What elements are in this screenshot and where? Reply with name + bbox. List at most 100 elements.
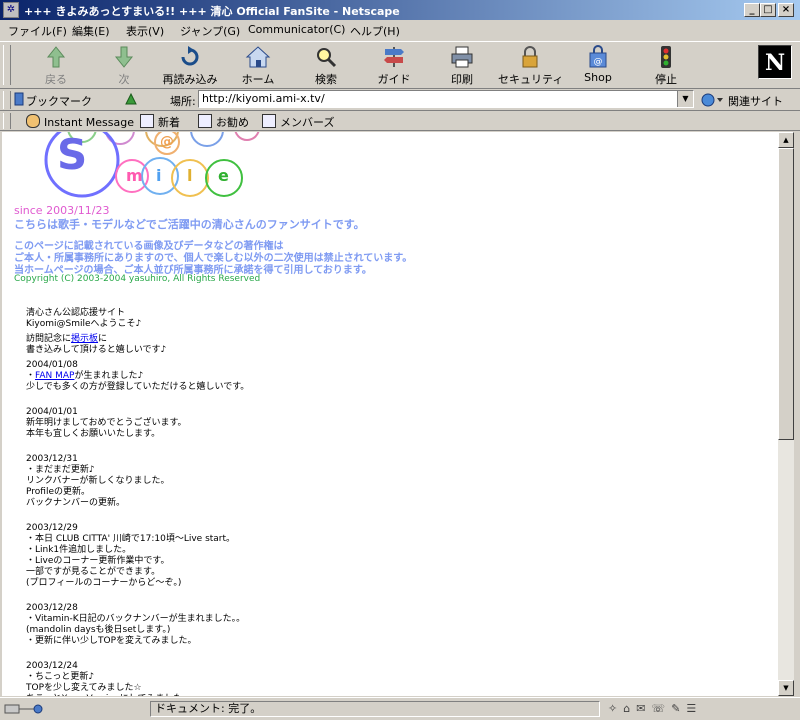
- update-line: 新年明けましておめでとうございます。: [26, 418, 187, 429]
- scroll-down-button[interactable]: ▼: [778, 680, 794, 696]
- location-bar: ブックマーク 場所: http://kiyomi.ami-x.tv/ ▼ 関連サ…: [0, 89, 800, 111]
- bbs-link[interactable]: 掲示板: [71, 334, 98, 344]
- update-text: ・まだまだ更新♪: [26, 465, 95, 475]
- forward-button[interactable]: 次: [92, 45, 156, 87]
- logo-letter-i: i: [156, 166, 162, 185]
- back-button[interactable]: 戻る: [24, 45, 88, 87]
- url-field[interactable]: http://kiyomi.ami-x.tv/ ▼: [198, 90, 694, 108]
- update-line: 少しでも多くの方が登録していただけると嬉しいです。: [26, 382, 249, 393]
- bbs-line-2: 書き込みして頂けると嬉しいです♪: [26, 345, 167, 355]
- bbs-line-1: 訪問記念に掲示板に: [26, 334, 107, 345]
- instant-message-button[interactable]: Instant Message: [26, 114, 134, 129]
- maximize-button[interactable]: □: [760, 3, 776, 17]
- guide-button[interactable]: ガイド: [362, 45, 426, 87]
- update-line: ・ちこっと更新♪: [26, 672, 94, 683]
- location-label: 場所:: [170, 95, 196, 108]
- reload-button[interactable]: 再読み込み: [158, 45, 222, 87]
- update-text: ・更新に伴い少しTOPを変えてみました。: [26, 636, 197, 646]
- url-dropdown-button[interactable]: ▼: [677, 91, 693, 107]
- menu-go[interactable]: ジャンプ(G): [180, 23, 240, 39]
- menu-view[interactable]: 表示(V): [126, 23, 164, 39]
- menu-edit[interactable]: 編集(E): [72, 23, 110, 39]
- navigation-toolbar: 戻る 次 再読み込み ホーム 検索 ガイド 印刷 セキュリティ @ Shop 停…: [0, 41, 800, 89]
- minimize-button[interactable]: _: [744, 3, 760, 17]
- shop-button[interactable]: @ Shop: [566, 45, 630, 87]
- bookmarks-button[interactable]: ブックマーク: [26, 93, 92, 109]
- update-line: ・本日 CLUB CITTA' 川崎で17:10頃～Live start。: [26, 534, 235, 545]
- scroll-thumb[interactable]: [778, 148, 794, 440]
- related-sites-icon[interactable]: [700, 92, 724, 108]
- title-bar[interactable]: ✲ +++ きよみあっとすまいる!! +++ 清心 Official FanSi…: [0, 0, 800, 20]
- update-line: バックナンバーの更新。: [26, 498, 125, 509]
- update-line: ・まだまだ更新♪: [26, 465, 95, 476]
- recommend-button[interactable]: お勧め: [198, 114, 249, 130]
- personal-grip[interactable]: [3, 113, 11, 129]
- toolbar-grip[interactable]: [3, 45, 11, 85]
- members-button[interactable]: メンバーズ: [262, 114, 334, 130]
- page-content[interactable]: S m @ i l e since 2003/11/23 こちらは歌手・モデルな…: [2, 132, 778, 696]
- menu-file[interactable]: ファイル(F): [8, 23, 67, 39]
- home-button[interactable]: ホーム: [226, 45, 290, 87]
- print-button[interactable]: 印刷: [430, 45, 494, 87]
- bookmark-icon[interactable]: [14, 92, 24, 106]
- menu-bar: ファイル(F) 編集(E) 表示(V) ジャンプ(G) Communicator…: [0, 20, 800, 40]
- back-arrow-icon: [46, 46, 66, 68]
- update-line: ・Vitamin-K日記のバックナンバーが生まれました。。: [26, 614, 245, 625]
- close-button[interactable]: ×: [778, 3, 794, 17]
- newsgroup-icon[interactable]: ☏: [651, 702, 671, 715]
- stop-label: 停止: [655, 73, 677, 86]
- search-label: 検索: [315, 73, 337, 86]
- composer-icon[interactable]: ✎: [671, 702, 686, 715]
- netscape-logo[interactable]: N: [758, 45, 792, 79]
- update-text: ・: [26, 371, 36, 381]
- bookmark-page-icon: [140, 114, 154, 128]
- security-button[interactable]: セキュリティ: [498, 45, 563, 87]
- update-date: 2003/12/29: [26, 523, 78, 533]
- new-button[interactable]: 新着: [140, 114, 180, 130]
- component-bar[interactable]: ✧⌂✉☏✎☰: [608, 702, 702, 715]
- vertical-scrollbar[interactable]: ▲ ▼: [778, 132, 794, 696]
- stop-button[interactable]: 停止: [634, 45, 698, 87]
- search-button[interactable]: 検索: [294, 45, 358, 87]
- search-icon: [317, 48, 337, 68]
- menu-help[interactable]: ヘルプ(H): [350, 23, 400, 39]
- forward-arrow-icon: [114, 46, 134, 68]
- update-text: 一部ですが見ることができます。: [26, 567, 161, 577]
- menu-communicator[interactable]: Communicator(C): [248, 23, 345, 36]
- update-line: 一部ですが見ることができます。: [26, 567, 160, 578]
- mail-icon[interactable]: ✉: [636, 702, 651, 715]
- navigator-icon[interactable]: ⌂: [623, 702, 636, 715]
- logo-letter-l: l: [187, 166, 193, 185]
- recommend-label: お勧め: [216, 116, 249, 129]
- update-text: 本年も宜しくお願いいたします。: [26, 429, 161, 439]
- welcome-line-1: 清心さん公認応援サイト: [26, 308, 126, 318]
- members-label: メンバーズ: [280, 116, 335, 129]
- update-line: ・Liveのコーナー更新作業中です。: [26, 556, 169, 567]
- scroll-up-button[interactable]: ▲: [778, 132, 794, 148]
- guide-icon: [384, 47, 404, 67]
- related-sites-button[interactable]: 関連サイト: [728, 93, 783, 109]
- update-text: TOPを少し変えてみました☆: [26, 683, 142, 693]
- update-text: ・本日 CLUB CITTA' 川崎で17:10頃～Live start。: [26, 534, 236, 544]
- fan-map-link[interactable]: FAN MAP: [35, 371, 74, 381]
- update-text: 少しでも多くの方が登録していただけると嬉しいです。: [26, 382, 250, 392]
- page-proxy-icon[interactable]: [124, 92, 138, 106]
- update-line: ・FAN MAPが生まれました♪: [26, 371, 143, 382]
- bbs-suffix: に: [98, 334, 108, 344]
- update-date: 2003/12/24: [26, 661, 78, 671]
- copyright-line: Copyright (C) 2003-2004 yasuhiro, All Ri…: [14, 274, 261, 284]
- shop-label: Shop: [584, 71, 612, 84]
- update-date: 2003/12/31: [26, 454, 78, 464]
- update-text: Profileの更新。: [26, 487, 90, 497]
- security-status-icon[interactable]: ✧: [608, 702, 623, 715]
- update-text: が生まれました♪: [74, 371, 144, 381]
- update-line: 本年も宜しくお願いいたします。: [26, 429, 160, 440]
- update-line: リンクバナーが新しくなりました。: [26, 476, 170, 487]
- svg-text:@: @: [594, 57, 603, 67]
- logo-at-sign: @: [160, 134, 174, 150]
- netscape-app-icon[interactable]: ✲: [3, 2, 19, 18]
- address-book-icon[interactable]: ☰: [686, 702, 702, 715]
- instant-message-label: Instant Message: [44, 116, 134, 129]
- connection-icon[interactable]: [4, 702, 54, 716]
- location-grip[interactable]: [3, 91, 11, 109]
